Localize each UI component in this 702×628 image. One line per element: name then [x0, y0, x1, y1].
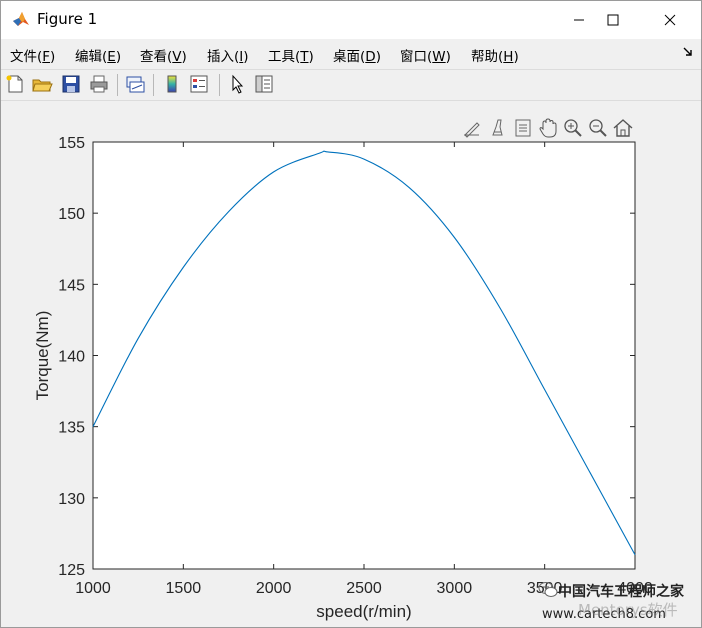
x-tick-label: 1000 [75, 580, 111, 597]
y-tick-label: 140 [58, 349, 85, 366]
y-tick-label: 130 [58, 491, 85, 508]
y-tick-label: 135 [58, 420, 85, 437]
watermark: 中国汽车工程师之家 www.cartech8.com Mentorys软件 [538, 579, 698, 627]
watermark-overlay: Mentorys软件 [578, 601, 678, 619]
y-tick-label: 155 [58, 135, 85, 152]
figure-window: Figure 1 文件(F) 编辑(E) 查看(V) 插入(I) 工具(T) 桌… [0, 0, 702, 628]
y-tick-label: 145 [58, 277, 85, 294]
y-tick-label: 125 [58, 562, 85, 579]
wechat-icon [538, 582, 558, 597]
y-tick-label: 150 [58, 206, 85, 223]
x-tick-label: 3000 [437, 580, 473, 597]
x-tick-label: 2000 [256, 580, 292, 597]
watermark-line1: 中国汽车工程师之家 [558, 584, 684, 600]
x-tick-label: 1500 [166, 580, 202, 597]
axes-area[interactable] [92, 141, 636, 570]
y-axis-label: Torque(Nm) [33, 311, 52, 401]
x-axis-label: speed(r/min) [316, 602, 411, 621]
x-tick-label: 2500 [346, 580, 382, 597]
torque-speed-plot[interactable]: 1000 1500 2000 2500 3000 3500 4000125130135140… [1, 1, 701, 627]
